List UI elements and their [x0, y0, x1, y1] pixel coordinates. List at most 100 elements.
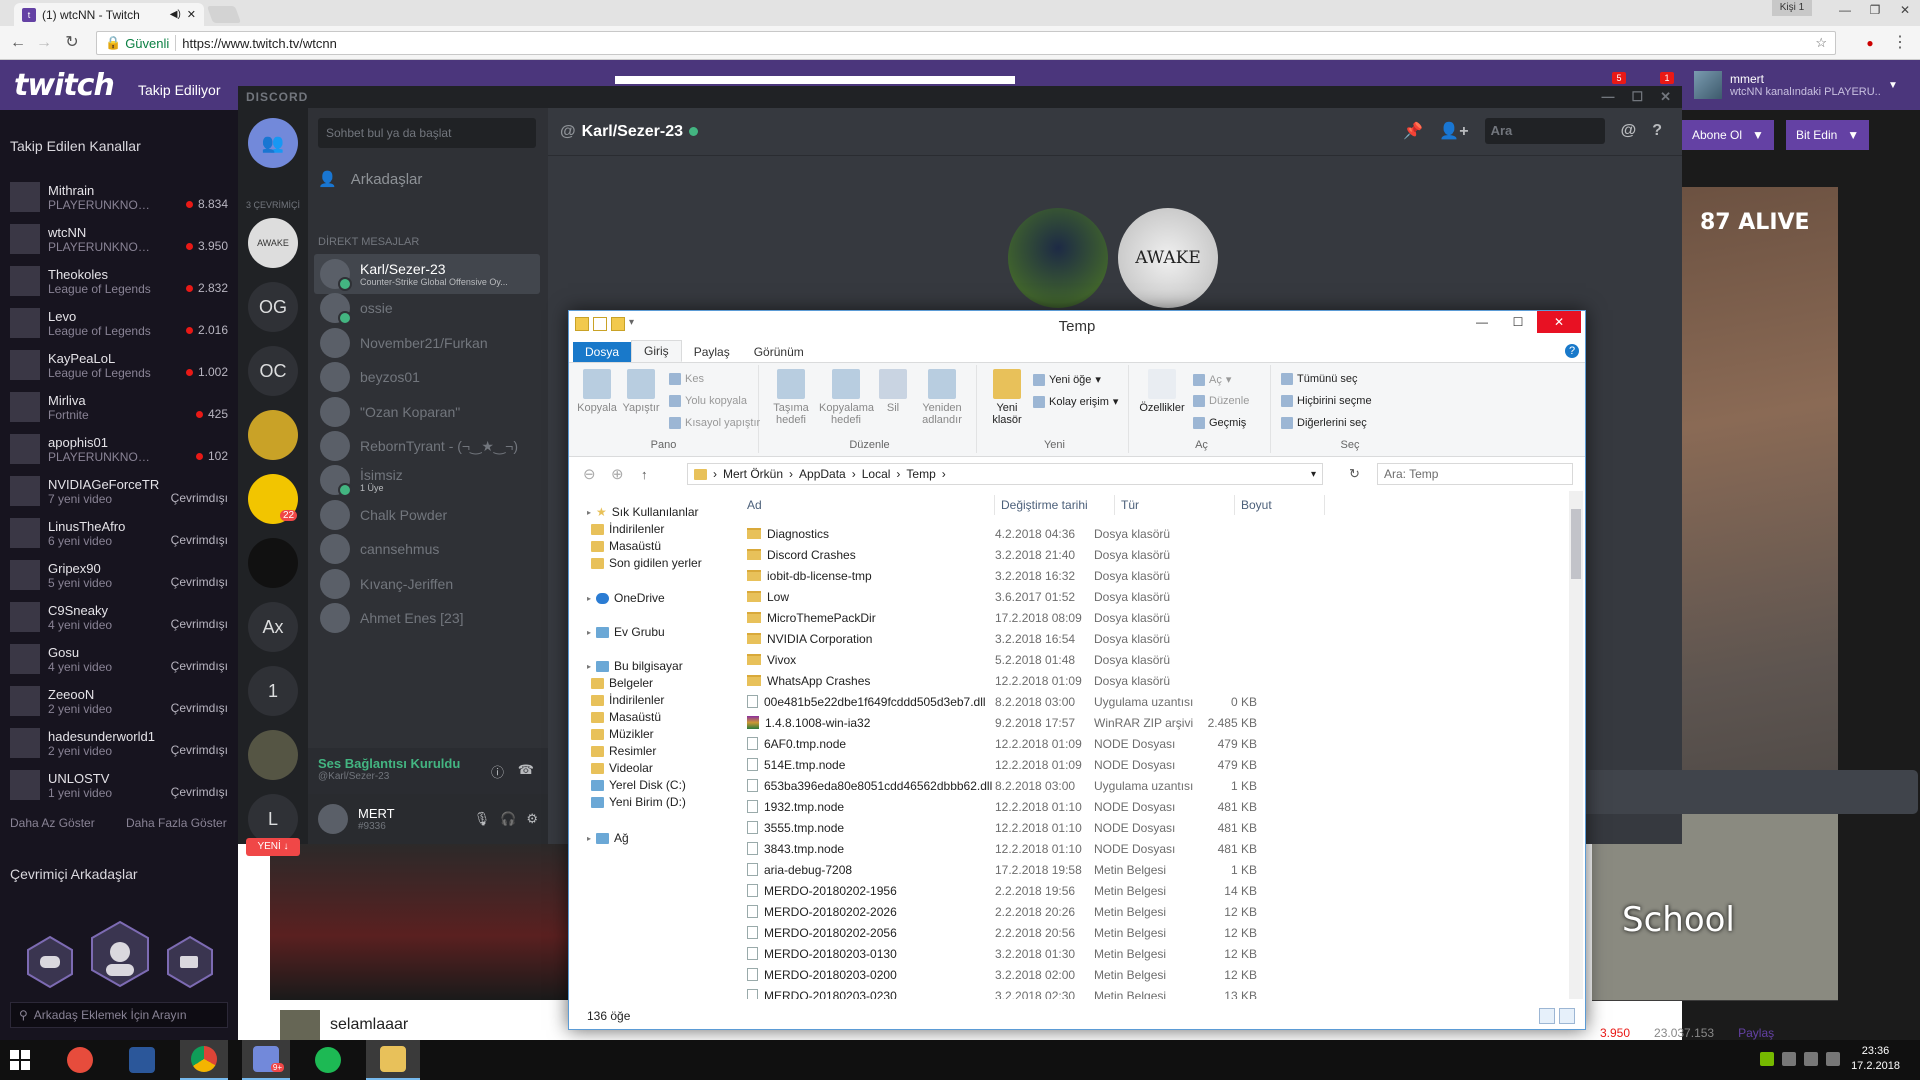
- tray-battery-icon[interactable]: [1826, 1052, 1840, 1066]
- help-icon[interactable]: ?: [1652, 122, 1662, 140]
- top-search-strip[interactable]: [615, 76, 1015, 84]
- easy-access-button[interactable]: Kolay erişim ▾: [1033, 395, 1118, 408]
- nav-item[interactable]: Masaüstü: [591, 539, 661, 553]
- table-row[interactable]: NVIDIA Corporation 3.2.2018 16:54 Dosya …: [741, 628, 1571, 649]
- secure-indicator[interactable]: 🔒 Güvenli: [105, 35, 169, 51]
- sidebar-channel[interactable]: hadesunderworld1 2 yeni video Çevrimdışı: [0, 722, 238, 764]
- search-input[interactable]: Ara: Temp: [1377, 463, 1573, 485]
- chat-search-input[interactable]: Ara: [1484, 118, 1605, 144]
- taskbar-word[interactable]: [118, 1040, 166, 1080]
- table-row[interactable]: Low 3.6.2017 01:52 Dosya klasörü: [741, 586, 1571, 607]
- col-type[interactable]: Tür: [1115, 495, 1235, 515]
- nav-item[interactable]: ▸ Ev Grubu: [587, 625, 665, 639]
- table-row[interactable]: aria-debug-7208 17.2.2018 19:58 Metin Be…: [741, 859, 1571, 880]
- address-bar[interactable]: 🔒 Güvenli https://www.twitch.tv/wtcnn ☆: [96, 31, 1836, 55]
- browser-tab[interactable]: t (1) wtcNN - Twitch ◀) ✕: [14, 3, 204, 26]
- nav-item[interactable]: Belgeler: [591, 676, 653, 690]
- bits-button[interactable]: Bit Edin ▼: [1785, 120, 1870, 150]
- show-less-link[interactable]: Daha Az Göster: [10, 816, 95, 830]
- pin-icon[interactable]: 📌: [1403, 121, 1423, 141]
- expand-icon[interactable]: ▸: [587, 508, 591, 517]
- table-row[interactable]: 3555.tmp.node 12.2.2018 01:10 NODE Dosya…: [741, 817, 1571, 838]
- nav-item[interactable]: ▸ ★ Sık Kullanılanlar: [587, 505, 699, 519]
- dm-search-input[interactable]: Sohbet bul ya da başlat: [318, 118, 536, 148]
- path-segment[interactable]: Local: [862, 467, 891, 481]
- guild-image-1[interactable]: [248, 410, 298, 460]
- expand-icon[interactable]: ▸: [587, 662, 591, 671]
- nav-item[interactable]: Videolar: [591, 761, 653, 775]
- details-view-icon[interactable]: [1539, 1008, 1555, 1024]
- new-folder-button[interactable]: Yeni klasör: [985, 369, 1029, 426]
- maximize-icon[interactable]: ☐: [1631, 86, 1644, 108]
- guild-oc[interactable]: OC: [248, 346, 298, 396]
- windows-start-icon[interactable]: [10, 1050, 30, 1070]
- taskbar-explorer[interactable]: [366, 1040, 420, 1080]
- dm-item[interactable]: Ahmet Enes [23]: [314, 598, 540, 638]
- col-date[interactable]: Değiştirme tarihi: [995, 495, 1115, 515]
- close-icon[interactable]: ✕: [1537, 311, 1581, 333]
- table-row[interactable]: 653ba396eda80e8051cdd46562dbbb62.dll 8.2…: [741, 775, 1571, 796]
- taskbar-app-1[interactable]: [56, 1040, 104, 1080]
- path-bar[interactable]: › Mert Örkün › AppData › Local › Temp › ▾: [687, 463, 1323, 485]
- table-row[interactable]: WhatsApp Crashes 12.2.2018 01:09 Dosya k…: [741, 670, 1571, 691]
- tray-nvidia-icon[interactable]: [1760, 1052, 1774, 1066]
- friends-button[interactable]: 👤 Arkadaşlar: [318, 170, 422, 189]
- sidebar-channel[interactable]: NVIDIAGeForceTR 7 yeni video Çevrimdışı: [0, 470, 238, 512]
- back-icon[interactable]: ⊖: [583, 465, 596, 483]
- scroll-thumb[interactable]: [1571, 509, 1581, 579]
- subscribe-button[interactable]: Abone Ol ▼: [1682, 120, 1774, 150]
- close-icon[interactable]: ✕: [1890, 0, 1920, 22]
- select-none-button[interactable]: Hiçbirini seçme: [1281, 395, 1372, 407]
- sidebar-channel[interactable]: Theokoles League of Legends 2.832: [0, 260, 238, 302]
- chrome-menu-icon[interactable]: ⋮: [1890, 33, 1910, 53]
- friend-search-input[interactable]: ⚲ Arkadaş Eklemek İçin Arayın: [10, 1002, 228, 1028]
- table-row[interactable]: MicroThemePackDir 17.2.2018 08:09 Dosya …: [741, 607, 1571, 628]
- sidebar-channel[interactable]: UNLOSTV 1 yeni video Çevrimdışı: [0, 764, 238, 806]
- user-menu[interactable]: mmert wtcNN kanalındaki PLAYERU... ▼: [1690, 60, 1920, 110]
- guild-image-3[interactable]: [248, 538, 298, 588]
- nav-item[interactable]: Yerel Disk (C:): [591, 778, 686, 792]
- table-row[interactable]: MERDO-20180202-2026 2.2.2018 20:26 Metin…: [741, 901, 1571, 922]
- edit-button[interactable]: Düzenle: [1193, 395, 1249, 407]
- clock[interactable]: 23:36 17.2.2018: [1851, 1044, 1900, 1074]
- profile-chip[interactable]: Kişi 1: [1772, 0, 1812, 16]
- guild-1[interactable]: 1: [248, 666, 298, 716]
- copy-to-button[interactable]: Kopyalama hedefi: [819, 369, 874, 426]
- nav-item[interactable]: Masaüstü: [591, 710, 661, 724]
- home-guild[interactable]: 👥: [248, 118, 298, 168]
- extension-icon[interactable]: ●: [1860, 33, 1880, 53]
- sidebar-channel[interactable]: Mithrain PLAYERUNKNOWN'... 8.834: [0, 176, 238, 218]
- table-row[interactable]: MERDO-20180203-0200 3.2.2018 02:00 Metin…: [741, 964, 1571, 985]
- table-row[interactable]: MERDO-20180202-2056 2.2.2018 20:56 Metin…: [741, 922, 1571, 943]
- sidebar-channel[interactable]: apophis01 PLAYERUNKNOWN'S ... 102: [0, 428, 238, 470]
- paste-button[interactable]: Yapıştır: [619, 369, 663, 414]
- tray-volume-icon[interactable]: [1804, 1052, 1818, 1066]
- tab-audio-icon[interactable]: ◀): [170, 9, 181, 20]
- headphones-icon[interactable]: 🎧: [500, 811, 516, 827]
- nav-item[interactable]: İndirilenler: [591, 522, 664, 536]
- table-row[interactable]: iobit-db-license-tmp 3.2.2018 16:32 Dosy…: [741, 565, 1571, 586]
- reload-icon[interactable]: ↻: [62, 33, 82, 53]
- tab-close-icon[interactable]: ✕: [187, 8, 196, 21]
- path-segment[interactable]: AppData: [799, 467, 846, 481]
- rename-button[interactable]: Yeniden adlandır: [911, 369, 973, 426]
- sidebar-channel[interactable]: ZeeooN 2 yeni video Çevrimdışı: [0, 680, 238, 722]
- nav-item[interactable]: ▸ OneDrive: [587, 591, 665, 605]
- maximize-icon[interactable]: ☐: [1503, 311, 1533, 333]
- close-icon[interactable]: ✕: [1660, 86, 1672, 108]
- nav-following[interactable]: Takip Ediliyor: [138, 82, 220, 98]
- expand-icon[interactable]: ▸: [587, 834, 591, 843]
- minimize-icon[interactable]: —: [1601, 86, 1615, 108]
- info-icon[interactable]: ⓘ: [491, 762, 504, 781]
- nav-item[interactable]: Son gidilen yerler: [591, 556, 702, 570]
- paste-shortcut-button[interactable]: Kısayol yapıştır: [669, 417, 760, 429]
- path-segment[interactable]: Temp: [906, 467, 935, 481]
- up-icon[interactable]: ↑: [641, 467, 648, 482]
- bookmark-star-icon[interactable]: ☆: [1815, 35, 1827, 51]
- guild-awake[interactable]: AWAKE: [248, 218, 298, 268]
- sidebar-channel[interactable]: Mirliva Fortnite 425: [0, 386, 238, 428]
- minimize-icon[interactable]: —: [1830, 0, 1860, 22]
- properties-button[interactable]: Özellikler: [1137, 369, 1187, 414]
- share-button[interactable]: Paylaş: [1738, 1026, 1774, 1040]
- new-tab-button[interactable]: [206, 6, 242, 23]
